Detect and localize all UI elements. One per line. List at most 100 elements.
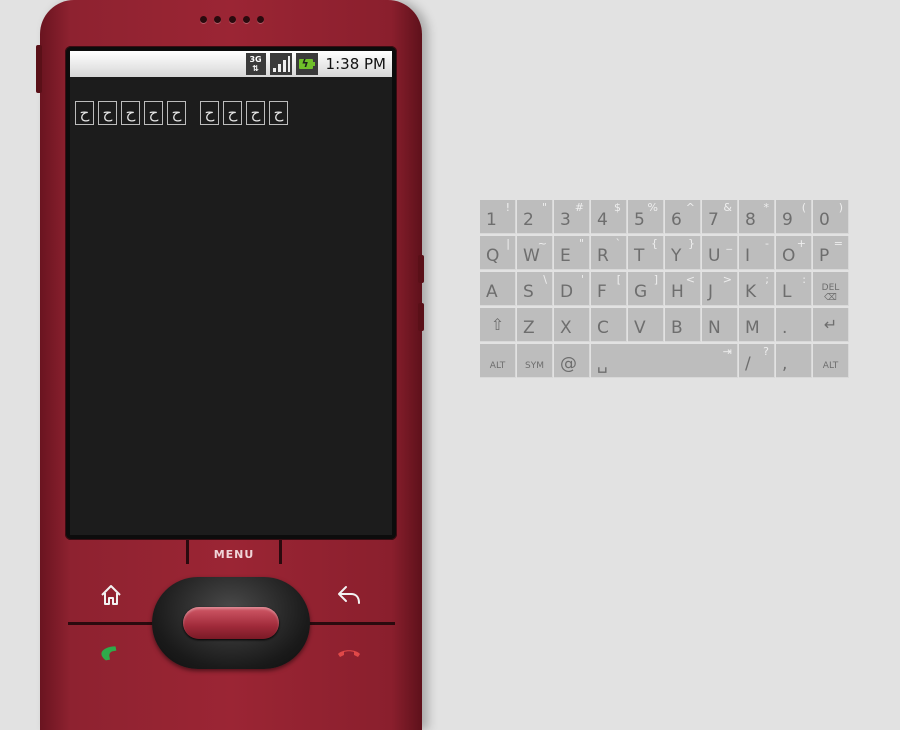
key-2[interactable]: 2 ": [517, 200, 553, 234]
key-y[interactable]: Y}: [665, 236, 701, 270]
key-r4c4[interactable]: /?: [739, 344, 775, 378]
key-z[interactable]: Z: [517, 308, 553, 342]
key-alt-label: =: [833, 237, 843, 250]
call-icon[interactable]: [98, 640, 124, 666]
key-a[interactable]: A: [480, 272, 516, 306]
key-alt-label: ": [578, 237, 584, 250]
key-r4c5[interactable]: ,: [776, 344, 812, 378]
key-label: ␣: [597, 354, 608, 374]
key-alt-label: %: [647, 201, 658, 214]
side-button-left[interactable]: [36, 45, 42, 93]
key-label: P: [819, 246, 830, 266]
trackball[interactable]: [183, 607, 279, 639]
key-alt-label: ⇥: [722, 345, 732, 358]
key-r4c3[interactable]: ␣ ⇥: [591, 344, 738, 378]
key-label: E: [560, 246, 571, 266]
phone-body: 3G ⇅ ϟ 1:38 PM ح ح ح ح ح ح ح ح ح MENU: [36, 0, 424, 730]
key-del[interactable]: DEL ⌫: [813, 272, 849, 306]
key-j[interactable]: J >: [702, 272, 738, 306]
key-r3c9[interactable]: ↵: [813, 308, 849, 342]
key-5[interactable]: 5%: [628, 200, 664, 234]
key-label: SYM: [525, 361, 544, 371]
glyph-box: ح: [246, 101, 265, 125]
key-t[interactable]: T{: [628, 236, 664, 270]
key-label: C: [597, 318, 609, 338]
key-alt-label: [: [616, 273, 621, 286]
key-alt-label: #: [574, 201, 584, 214]
key-4[interactable]: 4 $: [591, 200, 627, 234]
glyph-box: ح: [144, 101, 163, 125]
key-label: ALT: [822, 361, 839, 371]
key-x[interactable]: X: [554, 308, 590, 342]
key-w[interactable]: W ~: [517, 236, 553, 270]
back-icon[interactable]: [336, 582, 362, 608]
screen-bezel: 3G ⇅ ϟ 1:38 PM ح ح ح ح ح ح ح ح ح: [65, 46, 397, 540]
volume-up-button[interactable]: [418, 255, 424, 283]
key-d[interactable]: D ': [554, 272, 590, 306]
key-r4c2[interactable]: @: [554, 344, 590, 378]
key-c[interactable]: C: [591, 308, 627, 342]
key-alt[interactable]: ALT: [813, 344, 849, 378]
key-0[interactable]: 0): [813, 200, 849, 234]
key-v[interactable]: V: [628, 308, 664, 342]
key-alt-label: ]: [653, 273, 658, 286]
key-label: N: [708, 318, 721, 338]
key-e[interactable]: E ": [554, 236, 590, 270]
end-call-icon[interactable]: [336, 640, 362, 666]
network-label: 3G: [249, 55, 262, 64]
key-m[interactable]: M: [739, 308, 775, 342]
key-3[interactable]: 3 #: [554, 200, 590, 234]
glyph-box: ح: [167, 101, 186, 125]
key-alt-label: &: [723, 201, 732, 214]
key-alt-label: -: [765, 237, 769, 250]
key-r3c0[interactable]: ⇧: [480, 308, 516, 342]
key-7[interactable]: 7 &: [702, 200, 738, 234]
key-b[interactable]: B: [665, 308, 701, 342]
key-p[interactable]: P =: [813, 236, 849, 270]
key-sym[interactable]: SYM: [517, 344, 553, 378]
glyph-box: ح: [75, 101, 94, 125]
glyph-box: ح: [200, 101, 219, 125]
key-g[interactable]: G]: [628, 272, 664, 306]
key-k[interactable]: K;: [739, 272, 775, 306]
key-8[interactable]: 8 *: [739, 200, 775, 234]
screen[interactable]: 3G ⇅ ϟ 1:38 PM ح ح ح ح ح ح ح ح ح: [70, 51, 392, 535]
key-s[interactable]: S \: [517, 272, 553, 306]
key-alt-label: ): [838, 201, 843, 214]
key-alt-label: +: [796, 237, 806, 250]
key-n[interactable]: N: [702, 308, 738, 342]
key-q[interactable]: Q |: [480, 236, 516, 270]
key-alt-label: >: [722, 273, 732, 286]
key-u[interactable]: U _: [702, 236, 738, 270]
key-label: G: [634, 282, 648, 302]
key-label: F: [597, 282, 607, 302]
key-label: K: [745, 282, 757, 302]
key-l[interactable]: L:: [776, 272, 812, 306]
key-label: H: [671, 282, 684, 302]
key-label: 7: [708, 210, 719, 230]
key-6[interactable]: 6 ^: [665, 200, 701, 234]
key-r3c8[interactable]: .: [776, 308, 812, 342]
key-i[interactable]: I-: [739, 236, 775, 270]
key-alt[interactable]: ALT: [480, 344, 516, 378]
volume-down-button[interactable]: [418, 303, 424, 331]
key-o[interactable]: O +: [776, 236, 812, 270]
key-label: 4: [597, 210, 608, 230]
trackball-ring: [152, 577, 310, 669]
menu-label: MENU: [213, 548, 255, 561]
key-h[interactable]: H <: [665, 272, 701, 306]
key-label: A: [486, 282, 498, 302]
key-9[interactable]: 9(: [776, 200, 812, 234]
key-label: M: [745, 318, 760, 338]
home-icon[interactable]: [98, 582, 124, 608]
menu-button[interactable]: MENU: [186, 540, 282, 564]
key-r[interactable]: R `: [591, 236, 627, 270]
key-label: Q: [486, 246, 500, 266]
key-label: 8: [745, 210, 756, 230]
key-label: Y: [671, 246, 682, 266]
key-alt-label: *: [763, 201, 770, 214]
key-f[interactable]: F[: [591, 272, 627, 306]
key-1[interactable]: 1!: [480, 200, 516, 234]
key-label: ALT: [489, 361, 506, 371]
key-alt-label: ?: [763, 345, 769, 358]
